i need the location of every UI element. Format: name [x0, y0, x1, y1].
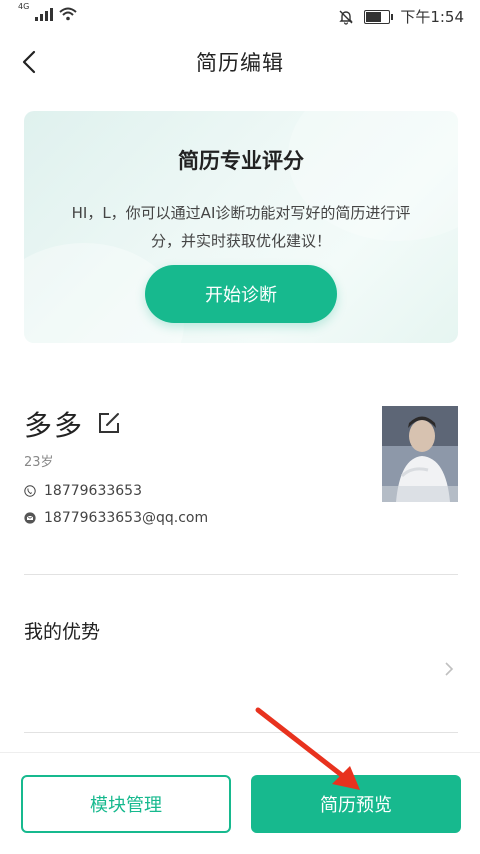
signal-icon: [35, 7, 54, 21]
start-diagnosis-button[interactable]: 开始诊断: [145, 265, 337, 323]
profile-age: 23岁: [24, 455, 54, 470]
avatar-photo: [382, 406, 458, 502]
score-card-description: HI，L，你可以通过AI诊断功能对写好的简历进行评分，并实时获取优化建议！: [71, 204, 411, 250]
profile-name: 多多: [24, 409, 85, 442]
bottom-action-bar: 模块管理 简历预览: [0, 752, 480, 854]
resume-score-card: 简历专业评分 HI，L，你可以通过AI诊断功能对写好的简历进行评分，并实时获取优…: [24, 111, 458, 343]
edit-icon[interactable]: [96, 410, 122, 436]
profile-phone-row: 18779633653: [24, 483, 142, 499]
advantage-section-title: 我的优势: [24, 621, 101, 643]
score-card-title: 简历专业评分: [178, 149, 304, 173]
wifi-icon: [59, 7, 77, 21]
page-title: 简历编辑: [196, 51, 284, 75]
status-time: 下午1:54: [400, 8, 464, 26]
status-right: 下午1:54: [338, 6, 464, 27]
divider: [24, 574, 458, 575]
avatar[interactable]: [382, 406, 458, 502]
chevron-right-icon[interactable]: [442, 660, 456, 678]
network-type: 4G: [18, 2, 30, 11]
phone-icon: [24, 485, 36, 497]
phone-number: 18779633653: [44, 483, 142, 499]
module-manage-button[interactable]: 模块管理: [21, 775, 231, 833]
battery-icon: [364, 9, 394, 24]
profile-email-row: 18779633653@qq.com: [24, 510, 208, 526]
email-icon: [24, 512, 36, 524]
divider: [24, 732, 458, 733]
header-bar: 简历编辑: [0, 34, 480, 90]
resume-preview-button[interactable]: 简历预览: [251, 775, 461, 833]
email-address: 18779633653@qq.com: [44, 510, 209, 526]
mute-bell-icon: [339, 10, 354, 25]
status-left: 4G: [18, 3, 77, 21]
status-bar: 4G 下午1:54: [0, 0, 480, 34]
